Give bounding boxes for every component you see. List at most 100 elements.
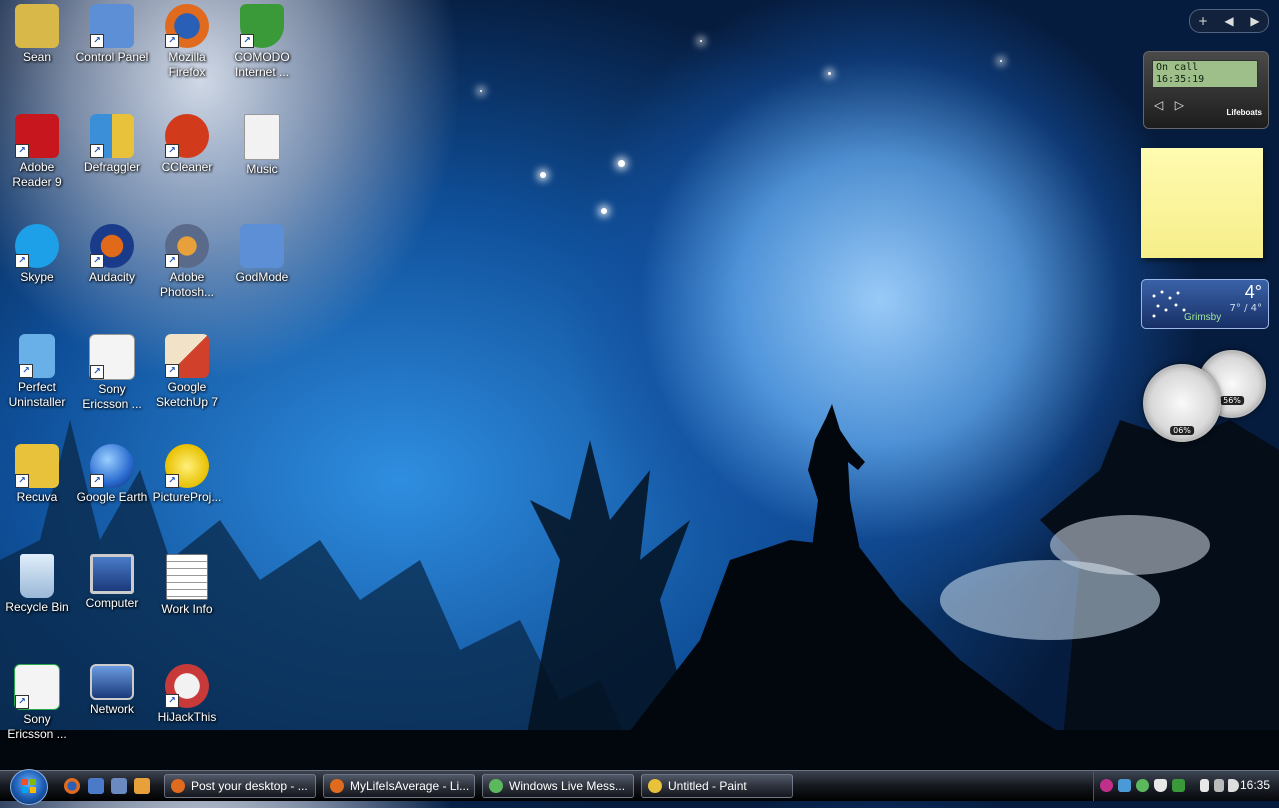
spreadsheet-icon [166, 554, 208, 600]
desktop-icon-label: Sean [22, 50, 52, 64]
lifeboats-logo: Lifeboats [1226, 108, 1262, 117]
shortcut-arrow-icon: ↗ [165, 144, 179, 158]
desktop-icon-music[interactable]: Music [225, 110, 299, 177]
system-tray: 16:35 [1093, 771, 1279, 801]
quicklaunch-switch-windows-icon[interactable] [111, 778, 127, 794]
tray-battery-icon[interactable] [1200, 779, 1209, 792]
desktop-icon-label: PictureProj... [152, 490, 222, 504]
shortcut-arrow-icon: ↗ [165, 474, 179, 488]
weather-range: 7° / 4° [1229, 303, 1262, 314]
sony-ericsson-phone-icon: ↗ [14, 664, 60, 710]
shortcut-arrow-icon: ↗ [165, 34, 179, 48]
desktop-icon-label: Music [246, 162, 278, 176]
messenger-buddy-icon [489, 779, 503, 793]
desktop-icon-label: Skype [20, 270, 54, 284]
desktop-icon-work-info[interactable]: Work Info [150, 550, 224, 617]
shortcut-arrow-icon: ↗ [90, 34, 104, 48]
desktop-icon-perfect-uninstaller[interactable]: ↗ Perfect Uninstaller [0, 330, 74, 410]
desktop-icon-firefox[interactable]: ↗ Mozilla Firefox [150, 0, 224, 80]
adobe-reader-icon: ↗ [15, 114, 59, 158]
taskbar-button-label: Post your desktop - ... [191, 779, 308, 793]
tray-media-icon[interactable] [1100, 779, 1113, 792]
lifeboat-next-button[interactable]: ▷ [1175, 98, 1184, 112]
desktop-icon-label: Work Info [161, 602, 213, 616]
taskbar-button-paint[interactable]: Untitled - Paint [641, 774, 793, 798]
desktop-icon-label: COMODO Internet ... [234, 50, 290, 79]
shortcut-arrow-icon: ↗ [19, 364, 33, 378]
desktop-icon-control-panel[interactable]: ↗ Control Panel [75, 0, 149, 65]
desktop-icon-label: Google Earth [76, 490, 148, 504]
desktop-icon-recuva[interactable]: ↗ Recuva [0, 440, 74, 505]
desktop-icon-sketchup[interactable]: ↗ Google SketchUp 7 [150, 330, 224, 410]
tray-messenger-icon[interactable] [1136, 779, 1149, 792]
quicklaunch-firefox-icon[interactable] [64, 778, 80, 794]
network-computers-icon [90, 664, 134, 700]
desktop-icon-label: Perfect Uninstaller [8, 380, 66, 409]
desktop-icon-recycle-bin[interactable]: Recycle Bin [0, 550, 74, 615]
desktop-icon-sony-ericsson-1[interactable]: ↗ Sony Ericsson ... [75, 330, 149, 412]
cpu-gauge[interactable]: 06% [1143, 364, 1221, 442]
shortcut-arrow-icon: ↗ [90, 474, 104, 488]
lifeboat-prev-button[interactable]: ◁ [1154, 98, 1163, 112]
shortcut-arrow-icon: ↗ [240, 34, 254, 48]
tray-network-status-icon[interactable] [1118, 779, 1131, 792]
desktop-icon-label: Recuva [16, 490, 58, 504]
desktop-icon-sean[interactable]: Sean [0, 0, 74, 65]
shortcut-arrow-icon: ↗ [90, 144, 104, 158]
defraggler-icon: ↗ [90, 114, 134, 158]
document-file-icon [244, 114, 280, 160]
paint-brush-icon [648, 779, 662, 793]
desktop-icon-label: Recycle Bin [5, 600, 69, 614]
sticky-note-gadget[interactable] [1141, 148, 1263, 258]
shortcut-arrow-icon: ↗ [15, 695, 29, 709]
taskbar: Post your desktop - ... MyLifeIsAverage … [0, 769, 1279, 805]
desktop-icon-pictureproject[interactable]: ↗ PictureProj... [150, 440, 224, 505]
lifeboat-gadget[interactable]: On call 16:35:19 ◁ ▷ Lifeboats [1143, 51, 1269, 129]
desktop-icon-sony-ericsson-2[interactable]: ↗ Sony Ericsson ... [0, 660, 74, 742]
computer-monitor-icon [90, 554, 134, 594]
desktop-icon-adobe-reader[interactable]: ↗ Adobe Reader 9 [0, 110, 74, 190]
desktop-icon-godmode[interactable]: GodMode [225, 220, 299, 285]
shortcut-arrow-icon: ↗ [90, 365, 104, 379]
sketchup-house-icon: ↗ [165, 334, 209, 378]
desktop-icon-skype[interactable]: ↗ Skype [0, 220, 74, 285]
next-gadget-page-button[interactable]: ▶ [1242, 14, 1268, 28]
firefox-icon [330, 779, 344, 793]
weather-gadget[interactable]: 4° 7° / 4° Grimsby [1141, 279, 1269, 329]
desktop-icon-computer[interactable]: Computer [75, 550, 149, 611]
desktop-icon-label: HiJackThis [157, 710, 217, 724]
desktop-icon-audacity[interactable]: ↗ Audacity [75, 220, 149, 285]
previous-gadget-page-button[interactable]: ◀ [1216, 14, 1242, 28]
desktop-icon-label: Computer [85, 596, 139, 610]
tray-volume-icon[interactable] [1228, 779, 1239, 792]
pictureproject-icon: ↗ [165, 444, 209, 488]
recuva-icon: ↗ [15, 444, 59, 488]
quicklaunch-media-player-icon[interactable] [134, 778, 150, 794]
shortcut-arrow-icon: ↗ [15, 474, 29, 488]
taskbar-button-label: Windows Live Mess... [509, 779, 626, 793]
desktop-icon-hijackthis[interactable]: ↗ HiJackThis [150, 660, 224, 725]
audacity-headphones-icon: ↗ [90, 224, 134, 268]
add-gadget-button[interactable]: + [1190, 14, 1216, 28]
desktop-icon-network[interactable]: Network [75, 660, 149, 717]
user-folder-icon [15, 4, 59, 48]
tray-security-shield-icon[interactable] [1154, 779, 1167, 792]
desktop-icon-label: Adobe Photosh... [159, 270, 215, 299]
ccleaner-icon: ↗ [165, 114, 209, 158]
lifeboat-display: On call 16:35:19 [1152, 60, 1258, 88]
desktop-icon-comodo[interactable]: ↗ COMODO Internet ... [225, 0, 299, 80]
tray-app-icon[interactable] [1172, 779, 1185, 792]
quicklaunch-show-desktop-icon[interactable] [88, 778, 104, 794]
taskbar-clock[interactable]: 16:35 [1240, 778, 1270, 792]
desktop-icon-ccleaner[interactable]: ↗ CCleaner [150, 110, 224, 175]
desktop-icon-photoshop[interactable]: ↗ Adobe Photosh... [150, 220, 224, 300]
desktop-icon-google-earth[interactable]: ↗ Google Earth [75, 440, 149, 505]
desktop-icon-defraggler[interactable]: ↗ Defraggler [75, 110, 149, 175]
taskbar-button-mylifeisaverage[interactable]: MyLifeIsAverage - Li... [323, 774, 475, 798]
taskbar-button-live-messenger[interactable]: Windows Live Mess... [482, 774, 634, 798]
tray-network-icon[interactable] [1214, 779, 1224, 792]
shortcut-arrow-icon: ↗ [15, 144, 29, 158]
taskbar-button-post-desktop[interactable]: Post your desktop - ... [164, 774, 316, 798]
recycle-bin-icon [20, 554, 54, 598]
control-panel-icon: ↗ [90, 4, 134, 48]
